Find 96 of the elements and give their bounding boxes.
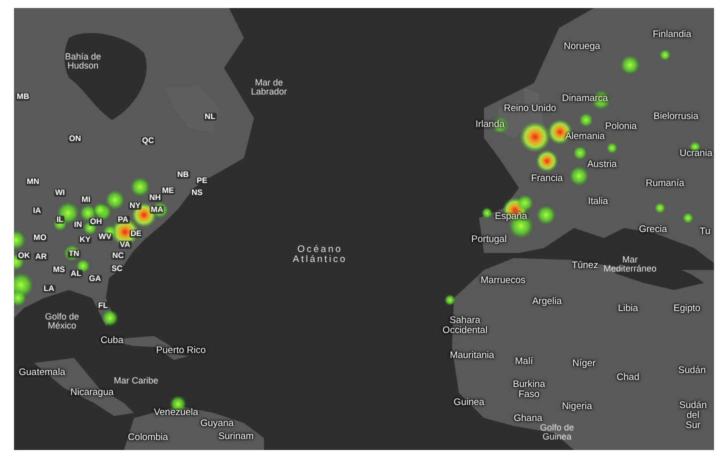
place-label: NH: [148, 194, 162, 202]
place-label: OH: [89, 218, 103, 226]
heat-spot: [536, 150, 558, 172]
place-label: Bahía de Hudson: [64, 52, 102, 72]
place-label: Grecia: [639, 225, 667, 235]
heat-spot: [93, 203, 107, 217]
place-label: FL: [97, 302, 109, 310]
place-label: AR: [34, 252, 48, 262]
place-label: Francia: [531, 174, 563, 184]
place-label: Malí: [515, 357, 533, 367]
place-label: NS: [190, 188, 204, 198]
place-label: SC: [110, 264, 124, 274]
heat-spot: [569, 166, 589, 186]
place-label: Túnez: [572, 261, 598, 271]
place-label: ME: [161, 186, 175, 196]
place-label: DE: [129, 230, 143, 238]
place-label: PE: [196, 176, 208, 186]
place-label: NB: [176, 170, 190, 180]
place-label: NY: [128, 202, 142, 210]
place-label: Argelia: [532, 297, 562, 307]
place-label: Níger: [572, 359, 596, 369]
heat-spot: [102, 310, 118, 326]
place-label: Chad: [616, 373, 640, 383]
place-label: MN: [26, 178, 40, 186]
heat-spot: [536, 205, 556, 225]
place-label: Ghana: [514, 414, 542, 424]
place-label: Sahara Occidental: [442, 316, 488, 336]
place-label: Venezuela: [154, 408, 198, 418]
place-label: KY: [78, 236, 92, 244]
place-label: Surinam: [218, 432, 254, 442]
place-label: OK: [17, 252, 31, 260]
place-label: Guinea: [454, 398, 484, 408]
place-label: IA: [32, 206, 42, 216]
place-label: Austria: [587, 160, 617, 170]
heat-spot: [654, 202, 666, 214]
place-label: Mar Caribe: [114, 376, 158, 386]
place-label: MI: [80, 196, 92, 204]
place-label: Polonia: [605, 122, 637, 132]
place-label: NC: [111, 252, 125, 260]
heat-spot: [620, 55, 640, 75]
heat-spot: [682, 212, 694, 224]
place-label: Cuba: [100, 336, 124, 346]
place-label: Portugal: [471, 235, 507, 245]
heat-spot: [444, 294, 456, 306]
place-label: WI: [54, 188, 66, 198]
heat-spot: [14, 230, 26, 250]
place-label: Marruecos: [480, 276, 526, 286]
heat-spot: [659, 49, 671, 61]
place-label: Reino Unido: [504, 104, 556, 114]
place-label: Egipto: [674, 304, 700, 314]
place-label: Noruega: [564, 42, 600, 52]
place-label: Golfo de Guinea: [540, 424, 574, 442]
place-label: Ucrania: [680, 149, 712, 159]
place-label: Italia: [588, 197, 608, 207]
heat-spot: [105, 190, 125, 210]
place-label: Finlandia: [652, 30, 692, 40]
place-label: Mar Mediterráneo: [603, 256, 657, 274]
heat-spot: [520, 122, 550, 152]
place-label: Golfo de México: [44, 312, 80, 332]
place-label: Océano Atlántico: [292, 245, 348, 265]
place-label: VA: [118, 240, 132, 250]
place-label: NL: [204, 112, 216, 122]
place-label: Sudán: [678, 366, 706, 376]
place-label: Nicaragua: [70, 388, 114, 398]
place-label: Rumanía: [646, 179, 684, 189]
place-label: Guyana: [200, 419, 234, 429]
place-label: Nigeria: [562, 402, 592, 412]
place-label: MA: [150, 206, 164, 214]
place-label: Tu: [700, 227, 710, 237]
place-label: Mauritania: [450, 351, 494, 361]
place-label: QC: [141, 136, 155, 146]
place-label: WV: [98, 232, 112, 242]
place-label: Mar de Labrador: [250, 78, 288, 98]
place-label: Bielorrusia: [654, 112, 698, 122]
place-label: ON: [68, 134, 82, 144]
place-label: GA: [88, 274, 102, 284]
place-label: España: [494, 212, 528, 222]
place-label: Colombia: [128, 433, 168, 443]
place-label: Burkina Faso: [512, 380, 546, 400]
place-label: Guatemala: [18, 368, 66, 378]
heat-spot: [606, 142, 618, 154]
heat-spot: [481, 207, 493, 219]
heat-spot: [130, 177, 150, 197]
place-label: MS: [52, 266, 66, 274]
place-label: PA: [116, 216, 130, 224]
place-label: IL: [55, 216, 65, 224]
place-label: Libia: [618, 304, 638, 314]
place-label: MO: [32, 234, 48, 242]
place-label: AL: [70, 270, 82, 278]
place-label: Sudán del Sur: [679, 401, 707, 431]
heat-spot: [579, 113, 593, 127]
place-label: IN: [73, 220, 83, 230]
place-label: TN: [68, 250, 80, 258]
place-label: LA: [42, 284, 56, 294]
place-label: MB: [16, 92, 30, 102]
place-label: Puerto Rico: [156, 346, 206, 356]
